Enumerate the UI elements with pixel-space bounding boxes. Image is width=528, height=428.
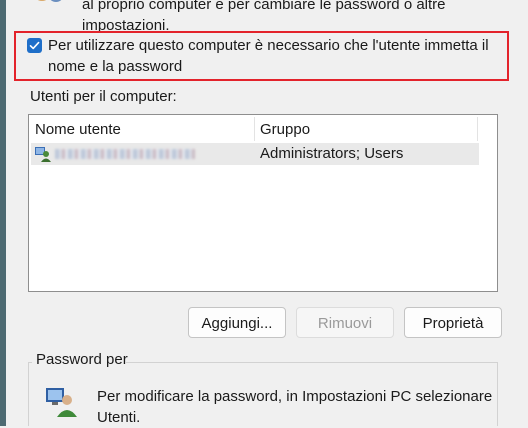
properties-button[interactable]: Proprietà: [404, 307, 502, 338]
user-password-icon: [46, 388, 77, 417]
username-redacted: [55, 149, 195, 159]
group-cell: Administrators; Users: [260, 145, 404, 162]
window-left-edge: [0, 0, 6, 426]
require-login-label[interactable]: Per utilizzare questo computer è necessa…: [48, 35, 498, 77]
users-list[interactable]: Nome utente Gruppo Administrators; Users: [28, 114, 498, 292]
user-icon: [35, 147, 51, 162]
require-login-checkbox[interactable]: [27, 38, 42, 53]
column-separator[interactable]: [254, 117, 255, 141]
column-header-username[interactable]: Nome utente: [35, 119, 121, 141]
table-row[interactable]: Administrators; Users: [31, 143, 479, 165]
users-group-label: Utenti per il computer:: [30, 88, 177, 105]
password-group-label: Password per: [36, 351, 128, 368]
column-separator[interactable]: [477, 117, 478, 141]
column-header-group[interactable]: Gruppo: [260, 119, 310, 141]
intro-line-1: al proprio computer e per cambiare le pa…: [82, 0, 446, 13]
checkmark-icon: [29, 41, 40, 50]
remove-button[interactable]: Rimuovi: [296, 307, 394, 338]
password-info-text: Per modificare la password, in Impostazi…: [97, 388, 493, 426]
users-icon: [37, 0, 62, 2]
add-button[interactable]: Aggiungi...: [188, 307, 286, 338]
